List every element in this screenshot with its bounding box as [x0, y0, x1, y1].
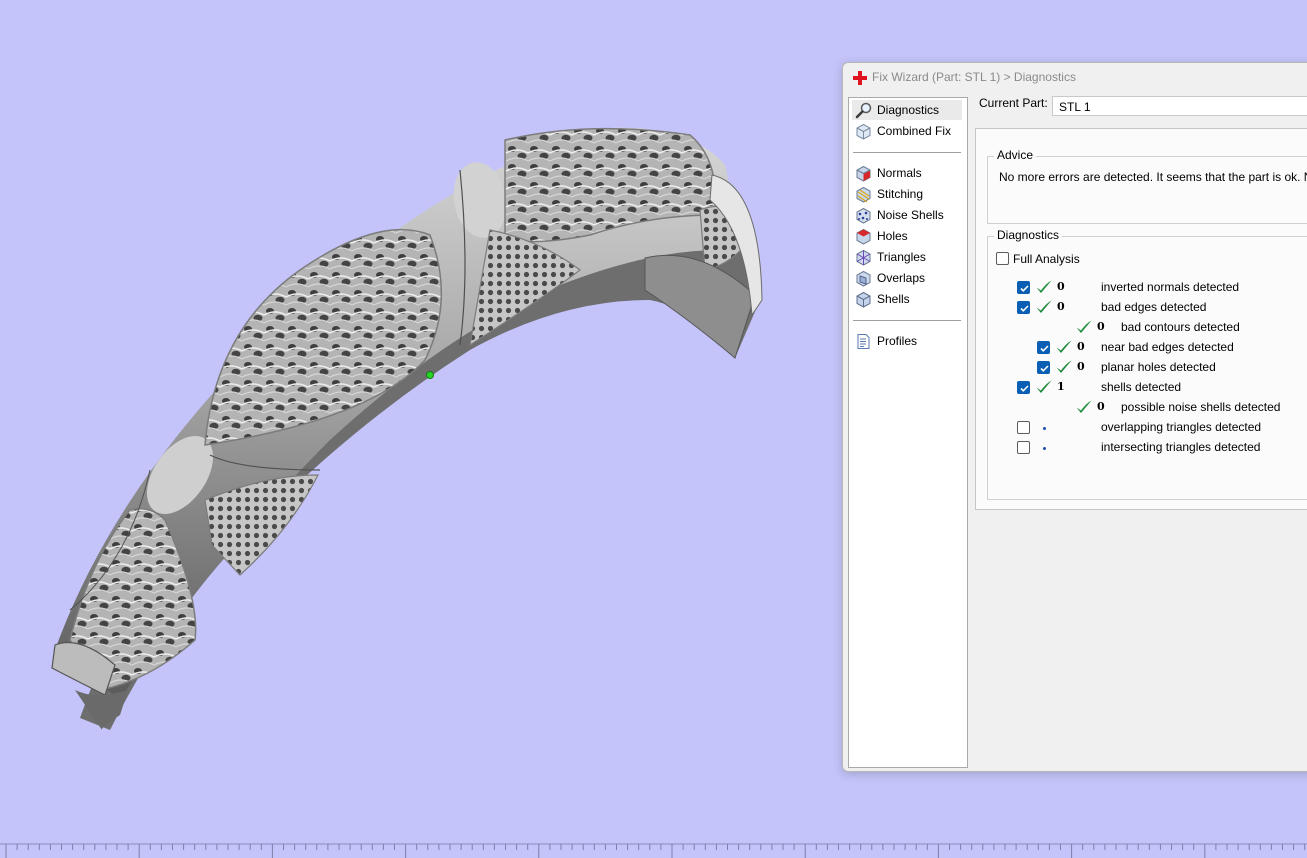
diagnostic-count: 0 — [1057, 280, 1065, 293]
nav-item-label: Profiles — [877, 334, 918, 348]
nav-item-label: Normals — [877, 166, 922, 180]
bracelet-model — [51, 127, 763, 731]
shells-icon — [856, 291, 871, 308]
nav-item-combined-fix[interactable]: Combined Fix — [852, 121, 962, 141]
nav-item-shells[interactable]: Shells — [852, 289, 962, 309]
noise-shells-icon — [856, 207, 871, 224]
green-checkmark-icon — [1076, 400, 1092, 413]
nav-item-stitching[interactable]: Stitching — [852, 184, 962, 204]
advice-title: Advice — [994, 148, 1037, 162]
wizard-navigation: Diagnostics Combined Fix Normals Stitching N… — [848, 97, 968, 768]
nav-item-overlaps[interactable]: Overlaps — [852, 268, 962, 288]
nav-item-label: Overlaps — [877, 271, 926, 285]
full-analysis-checkbox[interactable] — [996, 252, 1009, 265]
nav-item-profiles[interactable]: Profiles — [852, 331, 962, 351]
diagnostic-checkbox[interactable] — [1017, 421, 1030, 434]
nav-item-label: Noise Shells — [877, 208, 944, 222]
nav-item-label: Shells — [877, 292, 910, 306]
diagnostics-group: Diagnostics Full Analysis 0 inverted norma… — [987, 228, 1307, 500]
full-analysis-label: Full Analysis — [1013, 252, 1080, 266]
nav-item-triangles[interactable]: Triangles — [852, 247, 962, 267]
document-icon — [857, 334, 870, 349]
dialog-titlebar[interactable]: Fix Wizard (Part: STL 1) > Diagnostics — [843, 63, 1307, 93]
diagnostic-count: 0 — [1097, 320, 1105, 333]
nav-item-holes[interactable]: Holes — [852, 226, 962, 246]
diagnostic-label: near bad edges detected — [1101, 340, 1234, 354]
green-checkmark-icon — [1076, 320, 1092, 333]
pending-dot-icon — [1043, 427, 1046, 430]
nav-item-normals[interactable]: Normals — [852, 163, 962, 183]
nav-item-label: Triangles — [877, 250, 926, 264]
diagnostic-label: possible noise shells detected — [1121, 400, 1281, 414]
current-part-label: Current Part: — [979, 96, 1048, 110]
diagnostics-panel: Advice No more errors are detected. It s… — [975, 128, 1307, 510]
diagnostic-label: bad contours detected — [1121, 320, 1240, 334]
nav-separator — [853, 152, 961, 153]
normals-cube-icon — [856, 165, 871, 182]
triangles-icon — [856, 249, 871, 266]
red-cross-icon — [853, 71, 867, 85]
green-checkmark-icon — [1036, 300, 1052, 313]
diagnostic-checkbox[interactable] — [1017, 441, 1030, 454]
current-part-field[interactable]: STL 1 — [1052, 96, 1307, 116]
holes-cube-icon — [856, 228, 871, 245]
green-checkmark-icon — [1056, 360, 1072, 373]
nav-item-noise-shells[interactable]: Noise Shells — [852, 205, 962, 225]
nav-item-label: Holes — [877, 229, 908, 243]
pending-dot-icon — [1043, 447, 1046, 450]
bottom-ruler — [0, 843, 1307, 858]
diagnostic-label: shells detected — [1101, 380, 1182, 394]
green-checkmark-icon — [1036, 380, 1052, 393]
diagnostic-label: inverted normals detected — [1101, 280, 1240, 294]
fix-wizard-dialog: Fix Wizard (Part: STL 1) > Diagnostics D… — [842, 62, 1307, 772]
diagnostic-checkbox[interactable] — [1037, 361, 1050, 374]
green-checkmark-icon — [1056, 340, 1072, 353]
nav-item-label: Stitching — [877, 187, 924, 201]
nav-separator — [853, 320, 961, 321]
diagnostic-count: 1 — [1057, 380, 1065, 393]
advice-text: No more errors are detected. It seems th… — [999, 170, 1307, 184]
pivot-marker[interactable] — [426, 371, 434, 379]
diagnostic-label: intersecting triangles detected — [1101, 440, 1261, 454]
stitching-icon — [856, 186, 871, 203]
magnifier-icon — [855, 102, 872, 119]
nav-item-diagnostics[interactable]: Diagnostics — [852, 100, 962, 120]
dialog-title: Fix Wizard (Part: STL 1) > Diagnostics — [872, 70, 1076, 84]
diagnostic-count: 0 — [1057, 300, 1065, 313]
diagnostic-count: 0 — [1097, 400, 1105, 413]
diagnostic-label: planar holes detected — [1101, 360, 1216, 374]
nav-item-label: Combined Fix — [877, 124, 952, 138]
green-checkmark-icon — [1036, 280, 1052, 293]
diagnostic-checkbox[interactable] — [1017, 381, 1030, 394]
diagnostic-checkbox[interactable] — [1037, 341, 1050, 354]
overlaps-icon — [856, 270, 871, 287]
diagnostic-count: 0 — [1077, 360, 1085, 373]
diagnostic-label: bad edges detected — [1101, 300, 1207, 314]
diagnostic-checkbox[interactable] — [1017, 301, 1030, 314]
diagnostics-title: Diagnostics — [994, 228, 1063, 242]
nav-item-label: Diagnostics — [877, 103, 940, 117]
diagnostic-label: overlapping triangles detected — [1101, 420, 1262, 434]
diagnostic-checkbox[interactable] — [1017, 281, 1030, 294]
diagnostic-count: 0 — [1077, 340, 1085, 353]
cube-icon — [856, 123, 871, 140]
advice-group: Advice No more errors are detected. It s… — [987, 148, 1307, 224]
